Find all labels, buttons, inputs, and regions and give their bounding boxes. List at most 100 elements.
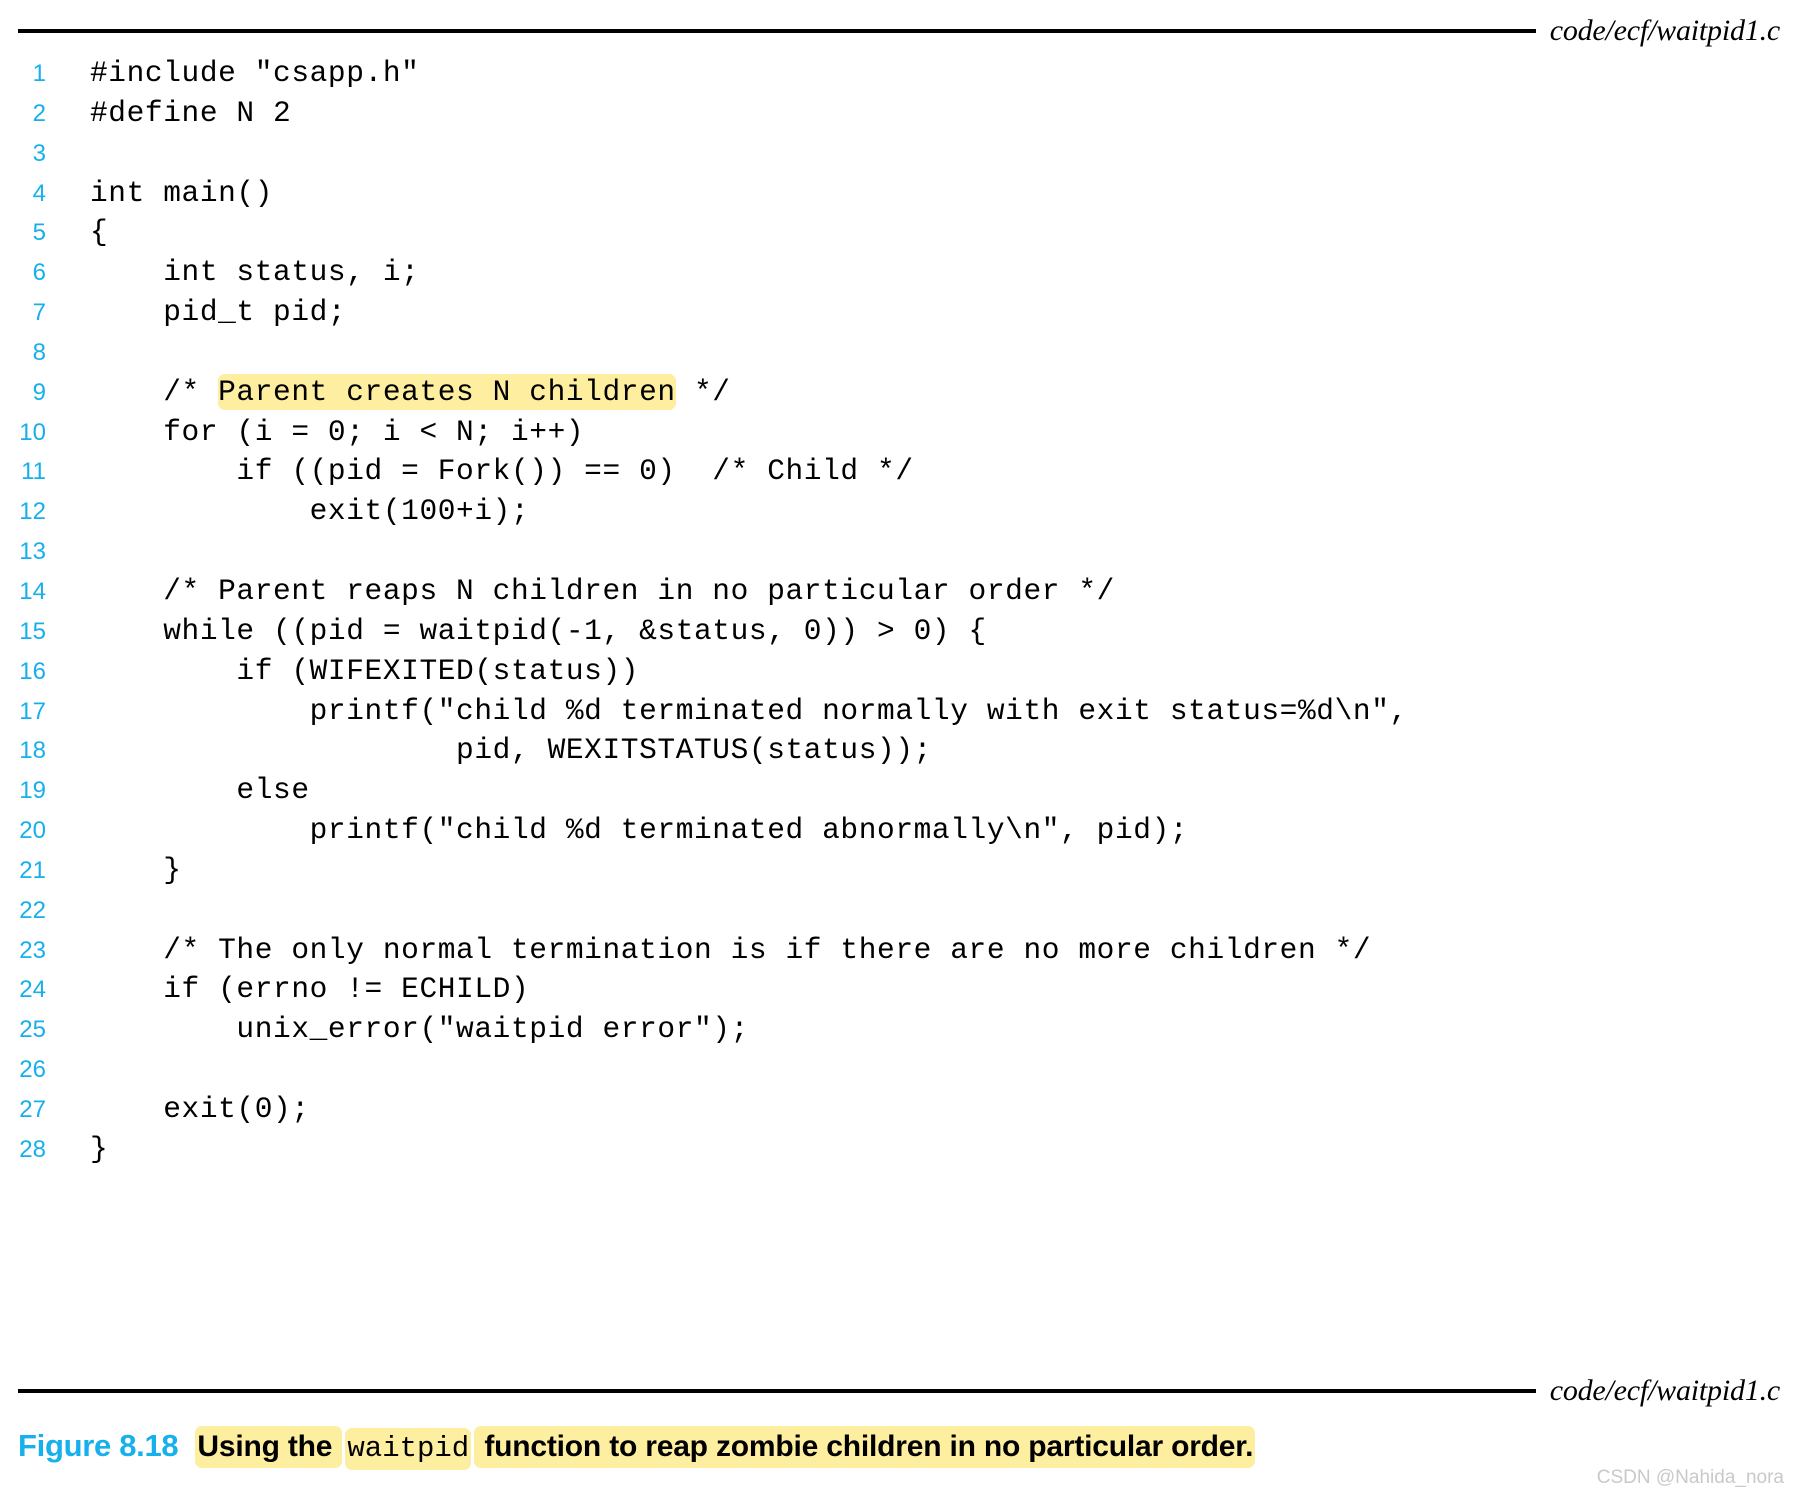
code-listing: 1 #include "csapp.h" 2 #define N 2 3 4 int mai… [0,54,1798,1170]
code-segment: pid, WEXITSTATUS(status)); [90,733,932,768]
code-line: 24 if (errno != ECHILD) [0,970,1798,1010]
code-line: 16 if (WIFEXITED(status)) [0,652,1798,692]
code-segment: for (i = 0; i < N; i++) [90,414,585,449]
code-line-text: { [46,213,1798,252]
line-number: 14 [19,577,46,605]
caption-code-term: waitpid [345,1428,472,1470]
code-line-text: pid, WEXITSTATUS(status)); [46,731,1798,770]
code-line: 12 exit(100+i); [0,492,1798,532]
code-line: 28} [0,1130,1798,1170]
line-number: 12 [19,498,46,526]
line-number: 5 [32,219,46,247]
top-horizontal-rule [18,29,1536,33]
line-number: 6 [32,259,46,287]
code-line: 14 /* Parent reaps N children in no part… [0,572,1798,612]
code-segment: while ((pid = waitpid(-1, &status, 0)) >… [90,613,987,648]
line-number: 11 [21,458,46,486]
line-number: 25 [19,1016,46,1044]
figure-number: Figure 8.18 [18,1428,179,1463]
code-segment: printf("child %d terminated normally wit… [90,693,1408,728]
code-line-text: if (WIFEXITED(status)) [46,652,1798,691]
code-segment: #include "csapp.h" [90,56,420,90]
caption-segment: function to reap zombie children in no p… [474,1426,1256,1468]
code-segment: int main() [90,175,274,210]
code-segment: exit(100+i); [90,494,530,529]
line-number: 9 [32,378,46,406]
code-line: 11 if ((pid = Fork()) == 0) /* Child */ [0,452,1798,492]
code-line-text: pid_t pid; [46,293,1798,332]
code-line: 2 #define N 2 [0,94,1798,134]
code-line: 1 #include "csapp.h" [0,54,1798,94]
code-line-text: } [46,1130,1798,1169]
code-segment: /* The only normal termination is if the… [90,932,1372,967]
line-number: 23 [19,936,46,964]
line-number: 18 [19,737,46,765]
code-line: 13 [0,532,1798,572]
bottom-source-filename: code/ecf/waitpid1.c [1549,1374,1780,1407]
code-line-text: /* Parent creates N children */ [46,373,1798,412]
code-line-text: unix_error("waitpid error"); [46,1010,1798,1049]
figure-caption: Figure 8.18 Using the waitpid function t… [18,1426,1256,1470]
line-number: 8 [32,338,46,366]
line-number: 20 [19,817,46,845]
code-line-text: if ((pid = Fork()) == 0) /* Child */ [46,452,1798,491]
code-line-text: exit(0); [46,1090,1798,1129]
code-segment: int status, i; [90,255,420,290]
line-number: 2 [32,99,46,127]
line-number: 19 [19,777,46,805]
code-segment: pid_t pid; [90,295,347,330]
code-segment: { [90,215,109,250]
code-segment: } [90,1131,109,1166]
code-line: 27 exit(0); [0,1090,1798,1130]
code-line: 20 printf("child %d terminated abnormall… [0,811,1798,851]
code-line-text: /* Parent reaps N children in no particu… [46,572,1798,611]
line-number: 15 [19,617,46,645]
code-line: 23 /* The only normal termination is if … [0,931,1798,971]
code-line: 8 [0,333,1798,373]
code-line: 17 printf("child %d terminated normally … [0,692,1798,732]
code-line-text: if (errno != ECHILD) [46,970,1798,1009]
csdn-watermark: CSDN @Nahida_nora [1596,1467,1784,1488]
bottom-rule-row: code/ecf/waitpid1.c [18,1374,1780,1407]
code-line: 6 int status, i; [0,253,1798,293]
code-segment: exit(0); [90,1091,310,1126]
code-line-text: int main() [46,174,1798,213]
code-line: 19 else [0,771,1798,811]
line-number: 26 [19,1056,46,1084]
code-line-text: #define N 2 [46,94,1798,133]
code-segment: if ((pid = Fork()) == 0) /* Child */ [90,454,914,489]
code-segment: else [90,773,310,808]
code-line: 22 [0,891,1798,931]
highlighted-code-segment: Parent creates N children [218,373,676,410]
line-number: 1 [32,60,46,87]
line-number: 3 [32,139,46,167]
code-segment: */ [675,374,731,409]
code-line: 15 while ((pid = waitpid(-1, &status, 0)… [0,612,1798,652]
code-line-text: int status, i; [46,253,1798,292]
top-source-filename: code/ecf/waitpid1.c [1549,14,1780,47]
code-line: 18 pid, WEXITSTATUS(status)); [0,731,1798,771]
code-line-text: else [46,771,1798,810]
code-line-text: #include "csapp.h" [46,54,1798,93]
code-line: 9 /* Parent creates N children */ [0,373,1798,413]
caption-text: Using the waitpid function to reap zombi… [195,1426,1256,1470]
line-number: 7 [32,299,46,327]
code-segment: } [90,852,182,887]
code-segment: /* Parent reaps N children in no particu… [90,573,1115,608]
line-number: 10 [19,418,46,446]
code-line-text: printf("child %d terminated abnormally\n… [46,811,1798,850]
line-number: 24 [19,976,46,1004]
top-rule-row: code/ecf/waitpid1.c [18,14,1780,47]
line-number: 4 [32,179,46,207]
code-line-text: for (i = 0; i < N; i++) [46,413,1798,452]
code-line-text: exit(100+i); [46,492,1798,531]
line-number: 27 [19,1095,46,1123]
code-line: 26 [0,1050,1798,1090]
code-segment: printf("child %d terminated abnormally\n… [90,813,1189,848]
line-number: 16 [19,657,46,685]
line-number: 21 [19,856,46,884]
line-number: 13 [19,538,46,566]
bottom-horizontal-rule [18,1389,1536,1393]
code-line-text: } [46,851,1798,890]
line-number: 17 [19,697,46,725]
